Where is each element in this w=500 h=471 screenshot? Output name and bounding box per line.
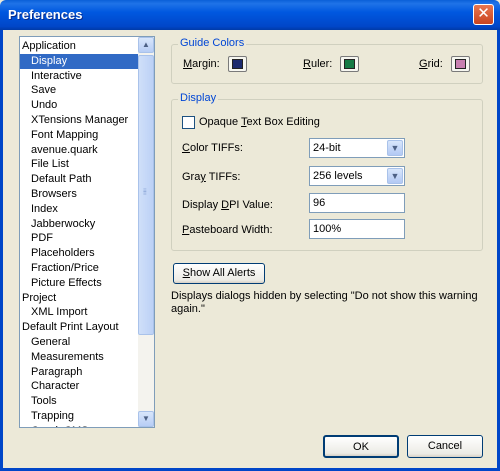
show-all-alerts-label: Show All Alerts — [182, 267, 256, 279]
list-item[interactable]: Trapping — [20, 409, 138, 424]
list-item[interactable]: Tools — [20, 394, 138, 409]
guide-colors-legend: Guide Colors — [178, 37, 247, 49]
list-item[interactable]: Font Mapping — [20, 128, 138, 143]
show-all-alerts-button[interactable]: Show All Alerts — [173, 263, 265, 284]
vertical-scrollbar[interactable]: ▲ ≡ ≡ ▼ — [138, 37, 154, 427]
dpi-label: Display DPI Value: — [182, 199, 273, 211]
cancel-button[interactable]: Cancel — [407, 435, 483, 458]
opaque-text-box-checkbox[interactable] — [182, 116, 195, 129]
list-item[interactable]: XTensions Manager — [20, 113, 138, 128]
ok-button[interactable]: OK — [323, 435, 399, 458]
pasteboard-label: Pasteboard Width: — [182, 224, 273, 236]
dpi-value: 96 — [313, 197, 326, 209]
grid-color — [455, 59, 466, 69]
list-item[interactable]: Paragraph — [20, 365, 138, 380]
list-item[interactable]: Default Path — [20, 172, 138, 187]
ruler-color-swatch[interactable] — [340, 56, 359, 72]
margin-color — [232, 59, 243, 69]
list-item[interactable]: avenue.quark — [20, 143, 138, 158]
category-list[interactable]: Application Display Interactive Save Undo XTe… — [19, 36, 155, 428]
title-bar: Preferences ✕ — [0, 0, 500, 30]
dpi-input[interactable]: 96 — [309, 193, 405, 213]
ruler-label: Ruler: — [303, 58, 333, 70]
close-button[interactable]: ✕ — [473, 4, 494, 25]
close-icon: ✕ — [477, 5, 490, 22]
list-item[interactable]: Fraction/Price — [20, 261, 138, 276]
color-tiffs-value: 24-bit — [313, 142, 341, 154]
list-item[interactable]: Index — [20, 202, 138, 217]
list-item[interactable]: Display — [20, 53, 138, 69]
list-item[interactable]: Save — [20, 83, 138, 98]
opaque-text-box-label: Opaque Text Box Editing — [199, 116, 320, 128]
ruler-color — [344, 59, 355, 69]
list-item[interactable]: Quark CMS — [20, 424, 138, 427]
category-items: Application Display Interactive Save Undo XTe… — [20, 39, 138, 427]
list-item[interactable]: Browsers — [20, 187, 138, 202]
list-item[interactable]: XML Import — [20, 305, 138, 320]
list-item[interactable]: Picture Effects — [20, 276, 138, 291]
list-item[interactable]: Application — [20, 39, 138, 54]
pasteboard-input[interactable]: 100% — [309, 219, 405, 239]
list-item[interactable]: Default Print Layout — [20, 320, 138, 335]
gray-tiffs-label: Gray TIFFs: — [182, 171, 241, 183]
list-item[interactable]: Project — [20, 291, 138, 306]
color-tiffs-select[interactable]: 24-bit ▼ — [309, 138, 405, 158]
display-legend: Display — [178, 92, 219, 104]
list-item[interactable]: Measurements — [20, 350, 138, 365]
gray-tiffs-select[interactable]: 256 levels ▼ — [309, 166, 405, 186]
list-item[interactable]: General — [20, 335, 138, 350]
alerts-description: Displays dialogs hidden by selecting "Do… — [171, 290, 478, 315]
window-title: Preferences — [8, 7, 83, 22]
grid-label: Grid: — [419, 58, 443, 70]
pasteboard-value: 100% — [313, 223, 342, 235]
list-item[interactable]: Character — [20, 379, 138, 394]
chevron-down-icon[interactable]: ▼ — [387, 140, 403, 156]
list-item[interactable]: File List — [20, 157, 138, 172]
list-item[interactable]: PDF — [20, 231, 138, 246]
grid-color-swatch[interactable] — [451, 56, 470, 72]
grip-icon: ≡ ≡ — [143, 188, 147, 197]
scroll-up-button[interactable]: ▲ — [138, 37, 154, 53]
list-item[interactable]: Placeholders — [20, 246, 138, 261]
chevron-up-icon: ▲ — [142, 40, 150, 49]
color-tiffs-label: Color TIFFs: — [182, 142, 243, 154]
chevron-down-icon[interactable]: ▼ — [387, 168, 403, 184]
list-item[interactable]: Jabberwocky — [20, 217, 138, 232]
scroll-down-button[interactable]: ▼ — [138, 411, 154, 427]
margin-label: Margin: — [183, 58, 220, 70]
chevron-down-icon: ▼ — [142, 414, 150, 423]
gray-tiffs-value: 256 levels — [313, 170, 363, 182]
list-item[interactable]: Undo — [20, 98, 138, 113]
list-item[interactable]: Interactive — [20, 69, 138, 84]
scroll-thumb[interactable]: ≡ ≡ — [138, 55, 154, 335]
margin-color-swatch[interactable] — [228, 56, 247, 72]
